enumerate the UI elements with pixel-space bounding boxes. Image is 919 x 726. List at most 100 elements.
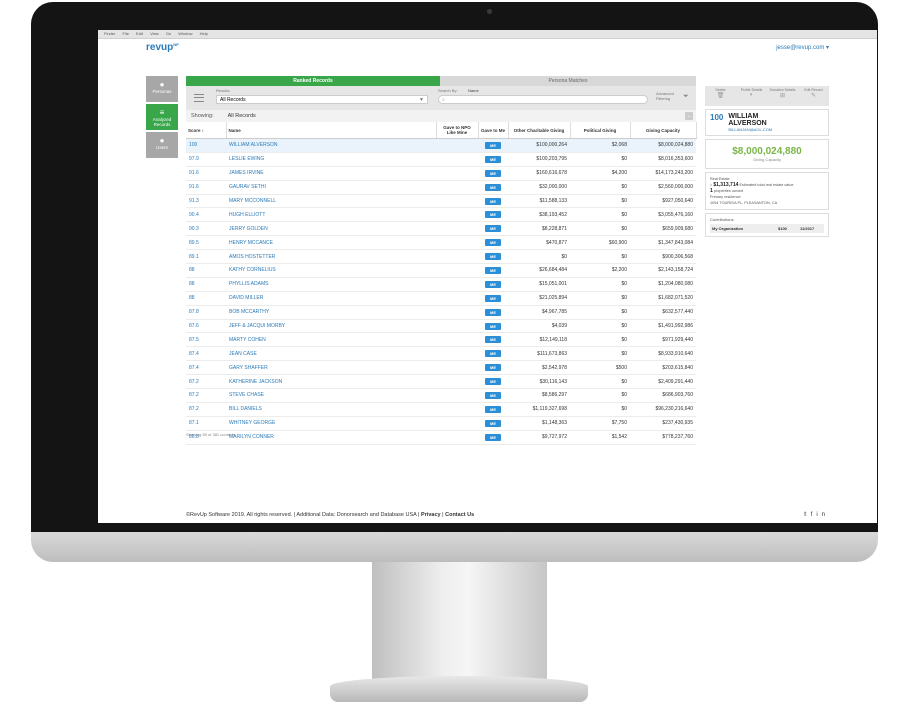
results-select[interactable]: All Records ▼ [216, 95, 428, 104]
os-menu-item[interactable]: Finder [104, 31, 115, 36]
row-name[interactable]: JEAN CASE [226, 346, 436, 362]
profile-email[interactable]: BILLANJAN@AOL.COM [728, 127, 772, 132]
table-row[interactable]: 87.6 JEFF & JACQUI MORBY ME $4,039 $0 $1,491,… [186, 319, 696, 334]
os-menu-item[interactable]: Edit [136, 31, 143, 36]
donation-details-button[interactable]: Donation Details ⊞ [767, 86, 798, 106]
row-score[interactable]: 88 [186, 277, 226, 292]
row-name[interactable]: WHITNEY GEORGE [226, 416, 436, 431]
table-row[interactable]: 91.3 MARY MCCONNELL ME $11,588,133 $0 $927,05… [186, 194, 696, 209]
row-name[interactable]: JERRY GOLDEN [226, 221, 436, 237]
row-name[interactable]: AMOS HOSTETTER [226, 249, 436, 265]
row-score[interactable]: 87.1 [186, 416, 226, 431]
table-row[interactable]: 89.1 AMOS HOSTETTER ME $0 $0 $900,306,568 [186, 249, 696, 265]
menu-icon[interactable] [194, 94, 204, 102]
row-score[interactable]: 88 [186, 263, 226, 278]
row-score[interactable]: 87.8 [186, 305, 226, 320]
table-row[interactable]: 87.8 BOB MCCARTHY ME $4,967,785 $0 $632,577,4… [186, 305, 696, 320]
table-row[interactable]: 88 KATHY CORNELIUS ME $26,684,484 $2,200 $2,1… [186, 263, 696, 278]
column-header-political[interactable]: Political Giving [570, 122, 631, 139]
sidebar-item-personas[interactable]: ● Personas [146, 76, 178, 102]
row-score[interactable]: 90.4 [186, 207, 226, 223]
row-name[interactable]: LESLIE EWING [226, 152, 436, 167]
sidebar-item-users[interactable]: ● Users [146, 132, 178, 158]
row-name[interactable]: WILLIAM ALVERSON [226, 138, 436, 153]
table-row[interactable]: 97.9 LESLIE EWING ME $100,203,795 $0 $8,016,3… [186, 152, 696, 167]
table-row[interactable]: 91.6 JAMES IRVINE ME $160,616,678 $4,200 $14,… [186, 166, 696, 181]
row-score[interactable]: 87.2 [186, 402, 226, 417]
row-score[interactable]: 87.6 [186, 319, 226, 334]
table-row[interactable]: 86.8 MARILYN CONNER ME $9,727,972 $1,542 $778… [186, 430, 696, 445]
table-row[interactable]: 87.5 MARTY COHEN ME $12,149,118 $0 $971,929,4… [186, 332, 696, 348]
row-name[interactable]: STEVE CHASE [226, 388, 436, 403]
column-header-gave-to-me[interactable]: Gave to Me [478, 122, 509, 139]
row-name[interactable]: HENRY MCCANCE [226, 235, 436, 251]
funnel-icon[interactable]: ⏷ [683, 93, 689, 101]
table-row[interactable]: 87.2 BILL DANIELS ME $1,119,327,698 $0 $96,23… [186, 402, 696, 417]
row-name[interactable]: HUGH ELLIOTT [226, 207, 436, 223]
row-score[interactable]: 87.4 [186, 360, 226, 376]
table-row[interactable]: 87.1 WHITNEY GEORGE ME $1,148,363 $7,750 $237… [186, 416, 696, 431]
table-row[interactable]: 91.6 GAURAV SETHI ME $32,000,000 $0 $2,560,00… [186, 180, 696, 195]
table-row[interactable]: 90.3 JERRY GOLDEN ME $8,228,871 $0 $659,909,6… [186, 221, 696, 237]
row-score[interactable]: 89.5 [186, 235, 226, 251]
row-name[interactable]: MARTY COHEN [226, 332, 436, 348]
os-menu-item[interactable]: Window [178, 31, 192, 36]
row-score[interactable]: 89.1 [186, 249, 226, 265]
row-name[interactable]: JAMES IRVINE [226, 166, 436, 181]
row-name[interactable]: BOB MCCARTHY [226, 305, 436, 320]
table-row[interactable]: 87.4 GARY SHAFFER ME $2,542,978 $500 $203,615… [186, 360, 696, 376]
os-menu-item[interactable]: File [122, 31, 128, 36]
table-row[interactable]: 87.2 KATHERINE JACKSON ME $30,116,143 $0 $2,4… [186, 374, 696, 390]
row-name[interactable]: BILL DANIELS [226, 402, 436, 417]
row-score[interactable]: 97.9 [186, 152, 226, 167]
row-name[interactable]: KATHY CORNELIUS [226, 263, 436, 278]
row-name[interactable]: DAVID MILLER [226, 291, 436, 306]
column-header-other-giving[interactable]: Other Charitable Giving [508, 122, 571, 139]
twitter-icon[interactable]: 𝕥 [804, 512, 811, 518]
table-row[interactable]: 89.5 HENRY MCCANCE ME $470,877 $60,900 $1,347… [186, 235, 696, 251]
row-name[interactable]: JEFF & JACQUI MORBY [226, 319, 436, 334]
table-row[interactable]: 88 PHYLLIS ADAMS ME $15,051,001 $0 $1,204,080… [186, 277, 696, 292]
expand-icon[interactable]: ⌄ [685, 112, 693, 120]
row-name[interactable]: MARY MCCONNELL [226, 194, 436, 209]
row-score[interactable]: 87.5 [186, 332, 226, 348]
privacy-link[interactable]: Privacy [421, 512, 441, 518]
os-menu-item[interactable]: View [150, 31, 159, 36]
row-score[interactable]: 87.2 [186, 388, 226, 403]
row-score[interactable]: 90.3 [186, 221, 226, 237]
table-row[interactable]: 87.2 STEVE CHASE ME $8,586,297 $0 $686,903,76… [186, 388, 696, 403]
column-header-capacity[interactable]: Giving Capacity [630, 122, 697, 139]
table-row[interactable]: 100 WILLIAM ALVERSON ME $100,000,264 $2,068 $… [186, 138, 696, 153]
sidebar-item-analyzed-records[interactable]: ≡ Analyzed Records [146, 104, 178, 130]
tab-persona-matches[interactable]: Persona Matches [440, 76, 696, 86]
table-row[interactable]: 87.4 JEAN CASE ME $111,673,863 $0 $8,933,910,… [186, 346, 696, 362]
row-name[interactable]: GAURAV SETHI [226, 180, 436, 195]
app-logo[interactable]: revupNP [146, 42, 179, 53]
column-header-npo[interactable]: Gave to NPO Like Mine [436, 122, 479, 139]
tab-ranked-records[interactable]: Ranked Records [186, 76, 440, 86]
row-score[interactable]: 100 [186, 138, 226, 153]
row-name[interactable]: PHYLLIS ADAMS [226, 277, 436, 292]
contact-link[interactable]: Contact Us [445, 512, 474, 518]
row-score[interactable]: 91.3 [186, 194, 226, 209]
row-score[interactable]: 91.6 [186, 180, 226, 195]
linkedin-icon[interactable]: in [816, 512, 829, 518]
profile-details-button[interactable]: Profile Details ◐ [736, 86, 767, 106]
os-menu-item[interactable]: Help [200, 31, 208, 36]
search-by-select[interactable]: Name [468, 88, 479, 93]
search-input[interactable]: ⌕ [438, 95, 648, 104]
row-name[interactable]: KATHERINE JACKSON [226, 374, 436, 390]
advanced-filtering-label[interactable]: Advanced Filtering [656, 91, 682, 101]
column-header-score[interactable]: Score ↕ [186, 122, 227, 139]
row-name[interactable]: MARILYN CONNER [226, 430, 436, 445]
row-score[interactable]: 87.4 [186, 346, 226, 362]
user-menu[interactable]: jesse@revup.com ▾ [776, 44, 829, 51]
column-header-name[interactable]: Name [226, 122, 437, 139]
row-score[interactable]: 88 [186, 291, 226, 306]
delete-button[interactable]: Delete 🗑 [705, 86, 736, 106]
os-menu-item[interactable]: Go [166, 31, 171, 36]
edit-record-button[interactable]: Edit Record ✎ [798, 86, 829, 106]
table-row[interactable]: 90.4 HUGH ELLIOTT ME $38,193,452 $0 $3,055,47… [186, 207, 696, 223]
row-name[interactable]: GARY SHAFFER [226, 360, 436, 376]
row-score[interactable]: 91.6 [186, 166, 226, 181]
